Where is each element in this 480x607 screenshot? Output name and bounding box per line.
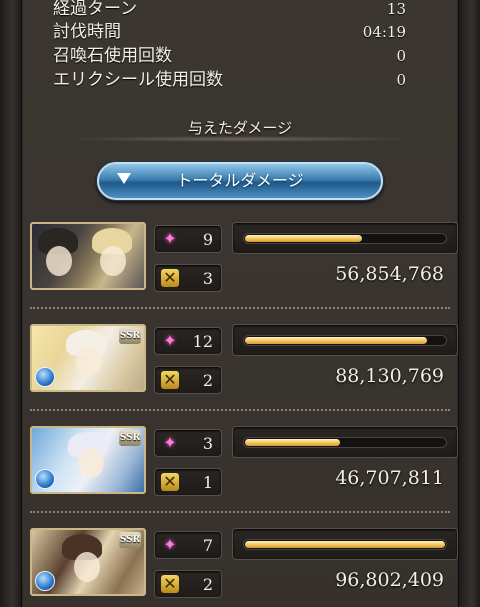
total-damage-label: トータルダメージ	[176, 171, 304, 190]
ssr-badge: SSR	[119, 430, 141, 446]
sparkle-icon: ✦	[163, 535, 177, 554]
character-row: SSR ✦ 3 ✕ 1 46,707,811	[30, 426, 458, 496]
damage-value: 96,802,409	[335, 569, 444, 591]
character-row: SSR ✦ 7 ✕ 2 96,802,409	[30, 528, 458, 598]
damage-bar-box	[232, 324, 458, 356]
damage-bar-track	[243, 335, 447, 346]
damage-value: 46,707,811	[335, 467, 444, 489]
stat-label: エリクシール使用回数	[53, 70, 223, 90]
stat-row-summons: 召喚石使用回数 0	[53, 44, 406, 68]
stat-value: 13	[386, 0, 406, 18]
stat-value: 0	[396, 47, 406, 65]
skill-count-box: ✦ 3	[154, 429, 222, 457]
stat-label: 経過ターン	[53, 0, 138, 19]
water-element-icon	[35, 469, 55, 489]
ca-count: 1	[202, 473, 213, 492]
skill-count: 12	[192, 332, 213, 351]
ca-count: 2	[202, 575, 213, 594]
stat-label: 召喚石使用回数	[53, 46, 172, 66]
ca-count-box: ✕ 1	[154, 468, 222, 496]
damage-bar-track	[243, 437, 447, 448]
portrait-art	[78, 448, 104, 478]
left-frame	[0, 0, 22, 607]
skill-count: 9	[202, 230, 213, 249]
portrait-art	[74, 552, 100, 582]
portrait-art	[100, 246, 126, 276]
stat-row-time: 討伐時間 04:19	[53, 20, 406, 44]
character-portrait[interactable]: SSR	[30, 426, 146, 494]
portrait-art	[76, 346, 102, 376]
character-portrait[interactable]: SSR	[30, 324, 146, 392]
ssr-badge: SSR	[119, 532, 141, 548]
skill-count-box: ✦ 7	[154, 531, 222, 559]
damage-bar-box	[232, 222, 458, 254]
damage-bar-fill	[245, 541, 445, 548]
stat-row-turns: 経過ターン 13	[53, 0, 406, 21]
skill-count-box: ✦ 9	[154, 225, 222, 253]
section-title: 与えたダメージ	[187, 119, 293, 137]
charge-attack-icon: ✕	[161, 371, 179, 389]
stat-value: 0	[396, 71, 406, 89]
sparkle-icon: ✦	[163, 331, 177, 350]
damage-bar-track	[243, 539, 447, 550]
ca-count: 3	[202, 269, 213, 288]
damage-bar-fill	[245, 235, 363, 242]
damage-bar-fill	[245, 439, 340, 446]
ssr-badge: SSR	[119, 328, 141, 344]
triangle-down-icon	[117, 173, 131, 184]
charge-attack-icon: ✕	[161, 473, 179, 491]
character-row: ✦ 9 ✕ 3 56,854,768	[30, 222, 458, 292]
charge-attack-icon: ✕	[161, 269, 179, 287]
skill-count-box: ✦ 12	[154, 327, 222, 355]
damage-value: 88,130,769	[335, 365, 444, 387]
sparkle-icon: ✦	[163, 433, 177, 452]
skill-count: 7	[202, 536, 213, 555]
row-separator	[30, 307, 450, 309]
ca-count: 2	[202, 371, 213, 390]
damage-value: 56,854,768	[335, 263, 444, 285]
row-separator	[30, 409, 450, 411]
water-element-icon	[35, 367, 55, 387]
stat-value: 04:19	[362, 23, 406, 41]
ca-count-box: ✕ 2	[154, 570, 222, 598]
character-portrait[interactable]: SSR	[30, 528, 146, 596]
ca-count-box: ✕ 2	[154, 366, 222, 394]
total-damage-button[interactable]: トータルダメージ	[97, 162, 383, 200]
water-element-icon	[35, 571, 55, 591]
charge-attack-icon: ✕	[161, 575, 179, 593]
right-frame	[458, 0, 480, 607]
portrait-art	[46, 246, 72, 276]
skill-count: 3	[202, 434, 213, 453]
damage-bar-track	[243, 233, 447, 244]
damage-bar-box	[232, 528, 458, 560]
row-separator	[30, 511, 450, 513]
ca-count-box: ✕ 3	[154, 264, 222, 292]
sparkle-icon: ✦	[163, 229, 177, 248]
stat-row-elixir: エリクシール使用回数 0	[53, 68, 406, 92]
stat-label: 討伐時間	[53, 22, 121, 42]
character-portrait[interactable]	[30, 222, 146, 290]
character-row: SSR ✦ 12 ✕ 2 88,130,769	[30, 324, 458, 394]
damage-bar-box	[232, 426, 458, 458]
damage-bar-fill	[245, 337, 427, 344]
